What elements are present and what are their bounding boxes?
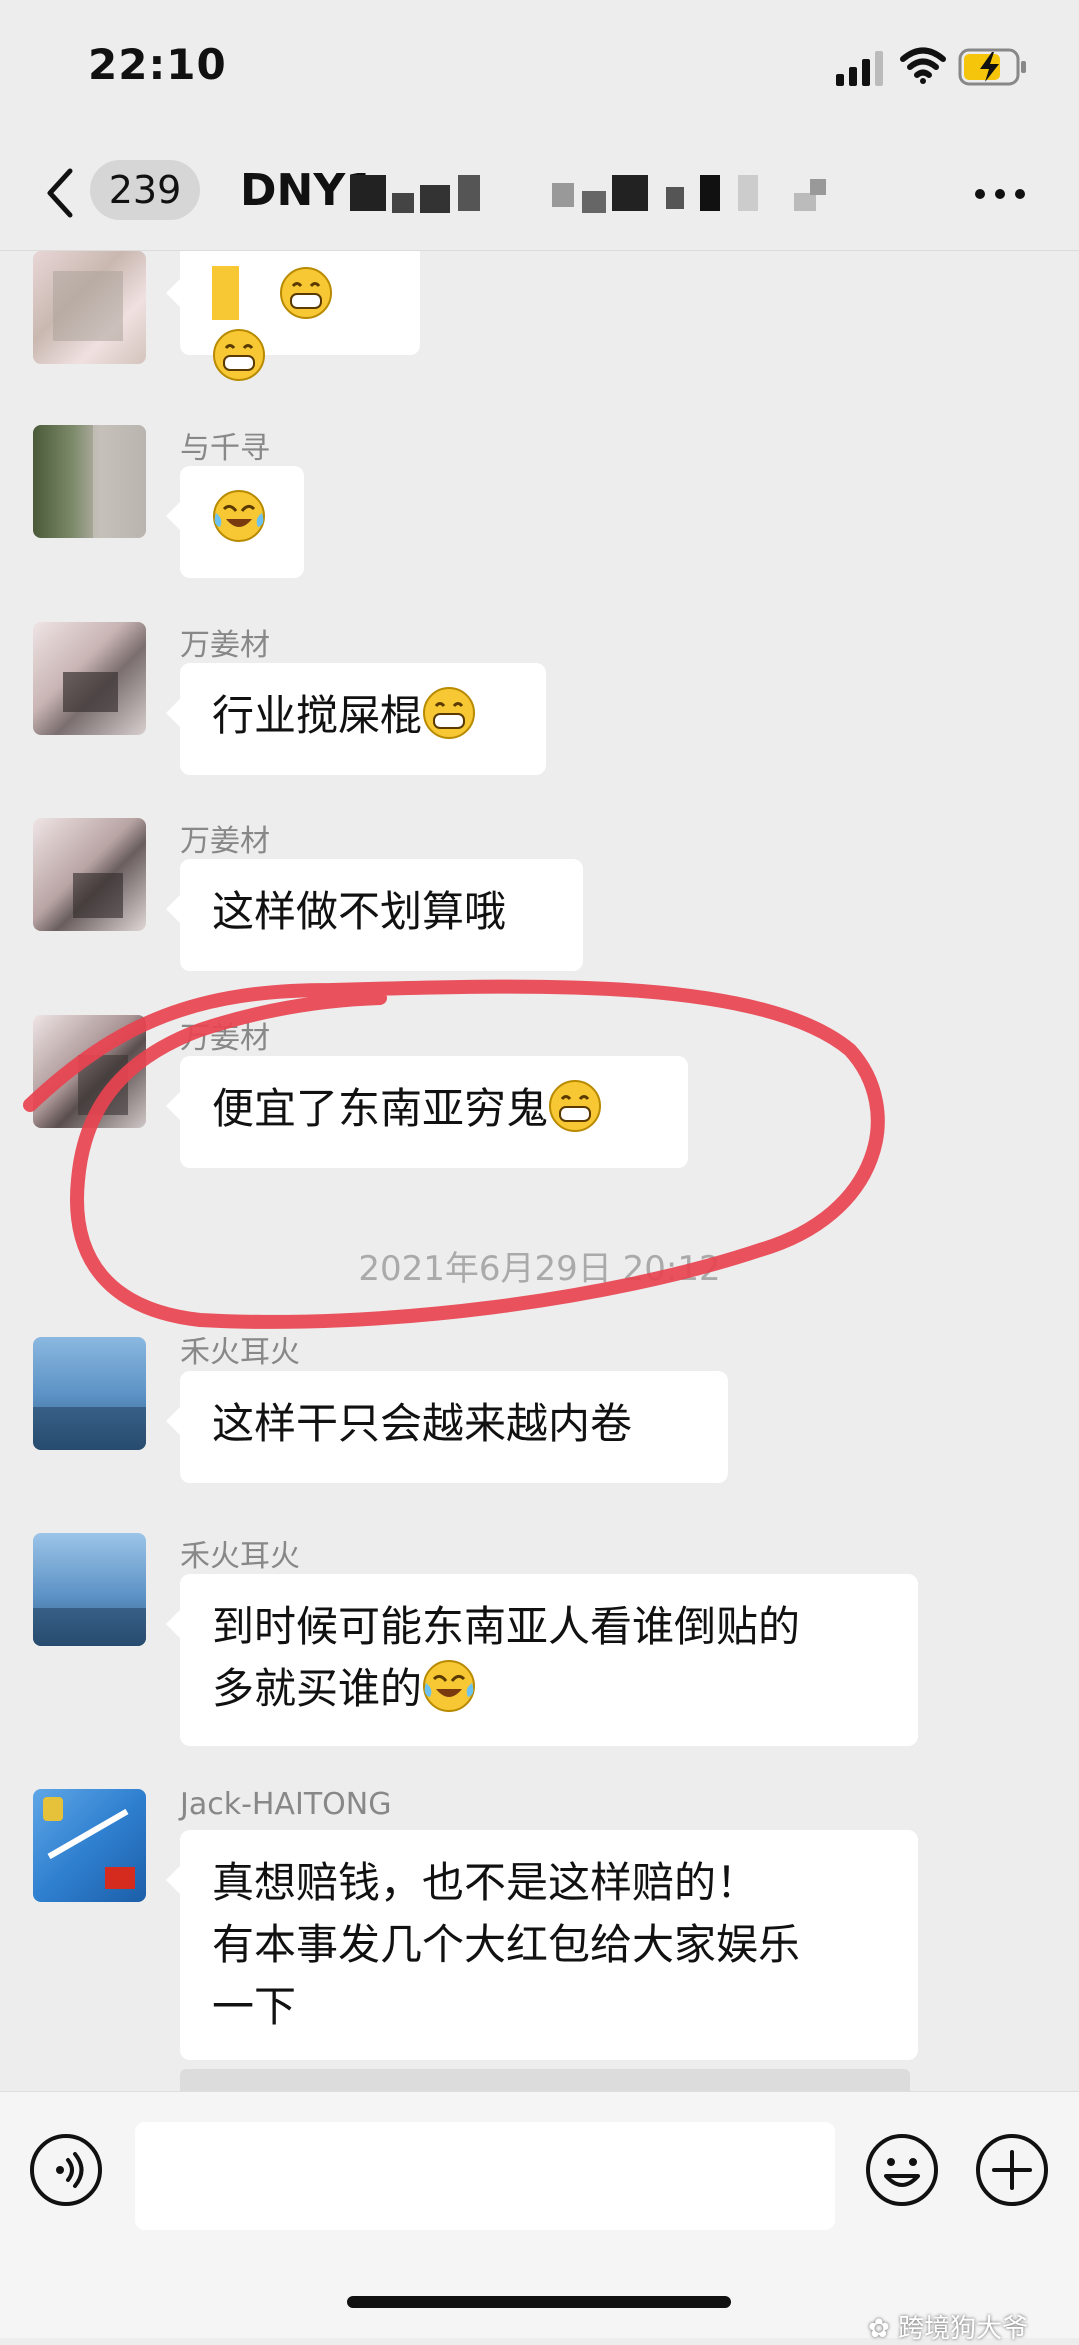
message-text-line: 真想赔钱，也不是这样赔的！	[212, 1858, 759, 1907]
signal-icon	[836, 51, 883, 86]
grin-emoji-icon	[213, 329, 265, 381]
watermark: ✿ 跨境狗大爷	[868, 2308, 1028, 2345]
message-bubble[interactable]	[166, 466, 304, 578]
message-item: 万姜	[0, 251, 1079, 391]
tears-of-joy-emoji-icon	[423, 1660, 476, 1712]
message-item: 禾火耳火 这样干只会越来越内卷	[0, 1335, 1079, 1495]
grin-emoji-icon	[423, 687, 476, 739]
message-text: 行业搅屎棍	[212, 691, 423, 740]
message-input[interactable]	[135, 2122, 835, 2230]
message-item: 万姜材 行业搅屎棍	[0, 620, 1079, 780]
sender-name: 万姜材	[180, 824, 270, 859]
home-indicator	[347, 2296, 731, 2308]
sender-name: Jack-HAITONG	[180, 1787, 392, 1822]
avatar[interactable]	[33, 425, 146, 538]
sender-name: 禾火耳火	[180, 1335, 300, 1370]
avatar[interactable]	[33, 251, 146, 364]
battery-charging-icon	[958, 48, 1026, 86]
message-item: 禾火耳火 到时候可能东南亚人看谁倒贴的 多就买谁的	[0, 1531, 1079, 1771]
back-arrow-icon[interactable]	[40, 163, 80, 223]
message-text-line: 到时候可能东南亚人看谁倒贴的	[212, 1602, 801, 1651]
avatar[interactable]	[33, 1337, 146, 1450]
message-text-line: 有本事发几个大红包给大家娱乐	[212, 1920, 801, 1969]
message-item: 万姜材 便宜了东南亚穷鬼	[0, 1013, 1079, 1173]
plus-button-icon[interactable]	[974, 2132, 1050, 2208]
grin-emoji-icon	[549, 1080, 602, 1132]
watermark-text: 跨境狗大爷	[898, 2314, 1029, 2344]
message-bubble[interactable]: 这样干只会越来越内卷	[166, 1371, 728, 1483]
message-list[interactable]: 万姜 与千寻 万姜材 行业搅屎棍 万姜材 这样做不划算哦	[0, 251, 1079, 2091]
quoted-message-preview[interactable]	[180, 2069, 910, 2091]
avatar[interactable]	[33, 622, 146, 735]
tears-of-joy-emoji-icon	[213, 490, 265, 542]
chat-timestamp: 2021年6月29日 20:12	[358, 1249, 721, 1289]
sender-name: 万姜材	[180, 628, 270, 663]
avatar[interactable]	[33, 818, 146, 931]
sticker-mosaic	[212, 266, 266, 320]
sender-name: 与千寻	[180, 431, 270, 466]
message-bubble[interactable]: 这样做不划算哦	[166, 859, 583, 971]
status-time: 22:10	[88, 40, 227, 89]
message-text: 这样干只会越来越内卷	[212, 1399, 633, 1448]
unread-count-badge[interactable]: 239	[90, 160, 200, 220]
message-text-line: 一下	[212, 1982, 297, 2031]
chat-header: 239 DNY1	[0, 135, 1079, 251]
sender-name: 禾火耳火	[180, 1539, 300, 1574]
message-bubble[interactable]: 真想赔钱，也不是这样赔的！ 有本事发几个大红包给大家娱乐 一下	[166, 1830, 918, 2060]
message-text: 这样做不划算哦	[212, 887, 507, 936]
avatar[interactable]	[33, 1789, 146, 1902]
wechat-icon: ✿	[868, 2314, 890, 2344]
sender-name: 万姜材	[180, 1021, 270, 1056]
avatar[interactable]	[33, 1533, 146, 1646]
wifi-icon	[900, 47, 946, 84]
message-bubble[interactable]: 便宜了东南亚穷鬼	[166, 1056, 688, 1168]
message-bubble[interactable]: 到时候可能东南亚人看谁倒贴的 多就买谁的	[166, 1574, 918, 1746]
message-text: 便宜了东南亚穷鬼	[212, 1084, 549, 1133]
emoji-button-icon[interactable]	[864, 2132, 940, 2208]
status-bar: 22:10	[0, 0, 1079, 135]
grin-emoji-icon	[280, 267, 333, 319]
voice-input-icon[interactable]	[28, 2132, 104, 2208]
message-bubble[interactable]: 行业搅屎棍	[166, 663, 546, 775]
message-text-line: 多就买谁的	[212, 1664, 423, 1713]
message-item: 万姜材 这样做不划算哦	[0, 816, 1079, 976]
message-bubble[interactable]	[166, 251, 420, 381]
avatar[interactable]	[33, 1015, 146, 1128]
input-bar	[0, 2091, 1079, 2338]
more-options-icon[interactable]	[970, 179, 1030, 209]
message-item: 与千寻	[0, 423, 1079, 583]
message-item: Jack-HAITONG 真想赔钱，也不是这样赔的！ 有本事发几个大红包给大家娱…	[0, 1787, 1079, 2091]
